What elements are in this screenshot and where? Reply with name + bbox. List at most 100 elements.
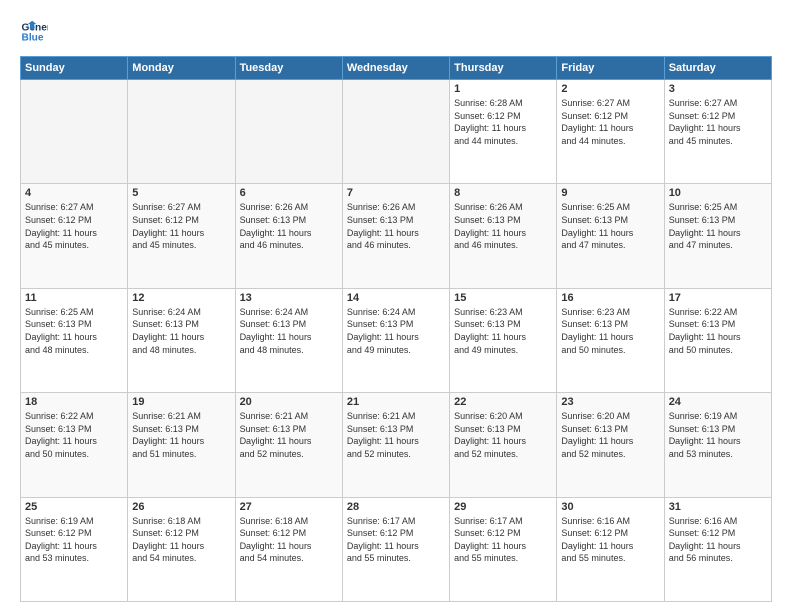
day-number: 26 [132, 501, 230, 513]
day-number: 25 [25, 501, 123, 513]
calendar-cell: 20 Sunrise: 6:21 AM Sunset: 6:13 PM Dayli… [235, 393, 342, 497]
day-info: Sunrise: 6:17 AM Sunset: 6:12 PM Dayligh… [454, 515, 552, 565]
day-number: 14 [347, 292, 445, 304]
calendar-cell [235, 80, 342, 184]
day-info: Sunrise: 6:19 AM Sunset: 6:13 PM Dayligh… [669, 410, 767, 460]
calendar-week-row: 1 Sunrise: 6:28 AM Sunset: 6:12 PM Daylig… [21, 80, 772, 184]
calendar: SundayMondayTuesdayWednesdayThursdayFrid… [20, 56, 772, 602]
day-info: Sunrise: 6:21 AM Sunset: 6:13 PM Dayligh… [240, 410, 338, 460]
calendar-cell: 13 Sunrise: 6:24 AM Sunset: 6:13 PM Dayli… [235, 288, 342, 392]
calendar-week-row: 4Sunrise: 6:27 AM Sunset: 6:12 PM Daylig… [21, 184, 772, 288]
calendar-cell: 16 Sunrise: 6:23 AM Sunset: 6:13 PM Dayli… [557, 288, 664, 392]
day-info: Sunrise: 6:26 AM Sunset: 6:13 PM Dayligh… [454, 201, 552, 251]
day-info: Sunrise: 6:16 AM Sunset: 6:12 PM Dayligh… [669, 515, 767, 565]
calendar-cell: 11 Sunrise: 6:25 AM Sunset: 6:13 PM Dayli… [21, 288, 128, 392]
day-info: Sunrise: 6:25 AM Sunset: 6:13 PM Dayligh… [561, 201, 659, 251]
calendar-day-header: Saturday [664, 57, 771, 80]
calendar-cell: 21 Sunrise: 6:21 AM Sunset: 6:13 PM Dayli… [342, 393, 449, 497]
day-info: Sunrise: 6:20 AM Sunset: 6:13 PM Dayligh… [561, 410, 659, 460]
calendar-cell: 17 Sunrise: 6:22 AM Sunset: 6:13 PM Dayli… [664, 288, 771, 392]
day-info: Sunrise: 6:17 AM Sunset: 6:12 PM Dayligh… [347, 515, 445, 565]
day-info: Sunrise: 6:22 AM Sunset: 6:13 PM Dayligh… [669, 306, 767, 356]
calendar-cell: 31 Sunrise: 6:16 AM Sunset: 6:12 PM Dayli… [664, 497, 771, 601]
calendar-cell: 5Sunrise: 6:27 AM Sunset: 6:12 PM Daylig… [128, 184, 235, 288]
day-info: Sunrise: 6:27 AM Sunset: 6:12 PM Dayligh… [561, 97, 659, 147]
calendar-day-header: Friday [557, 57, 664, 80]
calendar-cell: 14 Sunrise: 6:24 AM Sunset: 6:13 PM Dayli… [342, 288, 449, 392]
calendar-cell: 30 Sunrise: 6:16 AM Sunset: 6:12 PM Dayli… [557, 497, 664, 601]
calendar-cell: 12 Sunrise: 6:24 AM Sunset: 6:13 PM Dayli… [128, 288, 235, 392]
day-info: Sunrise: 6:27 AM Sunset: 6:12 PM Dayligh… [669, 97, 767, 147]
day-info: Sunrise: 6:16 AM Sunset: 6:12 PM Dayligh… [561, 515, 659, 565]
calendar-cell: 2 Sunrise: 6:27 AM Sunset: 6:12 PM Daylig… [557, 80, 664, 184]
day-info: Sunrise: 6:28 AM Sunset: 6:12 PM Dayligh… [454, 97, 552, 147]
page: General Blue SundayMondayTuesdayWednesda… [0, 0, 792, 612]
day-number: 12 [132, 292, 230, 304]
calendar-day-header: Thursday [450, 57, 557, 80]
calendar-cell: 19Sunrise: 6:21 AM Sunset: 6:13 PM Dayli… [128, 393, 235, 497]
day-info: Sunrise: 6:22 AM Sunset: 6:13 PM Dayligh… [25, 410, 123, 460]
calendar-cell: 9Sunrise: 6:25 AM Sunset: 6:13 PM Daylig… [557, 184, 664, 288]
calendar-week-row: 11 Sunrise: 6:25 AM Sunset: 6:13 PM Dayli… [21, 288, 772, 392]
day-number: 8 [454, 187, 552, 199]
day-info: Sunrise: 6:27 AM Sunset: 6:12 PM Dayligh… [132, 201, 230, 251]
day-number: 17 [669, 292, 767, 304]
calendar-cell: 29Sunrise: 6:17 AM Sunset: 6:12 PM Dayli… [450, 497, 557, 601]
calendar-cell: 8 Sunrise: 6:26 AM Sunset: 6:13 PM Daylig… [450, 184, 557, 288]
day-number: 3 [669, 83, 767, 95]
day-number: 11 [25, 292, 123, 304]
day-info: Sunrise: 6:26 AM Sunset: 6:13 PM Dayligh… [347, 201, 445, 251]
calendar-cell: 1 Sunrise: 6:28 AM Sunset: 6:12 PM Daylig… [450, 80, 557, 184]
day-number: 24 [669, 396, 767, 408]
svg-text:Blue: Blue [22, 33, 44, 44]
calendar-cell: 25 Sunrise: 6:19 AM Sunset: 6:12 PM Dayli… [21, 497, 128, 601]
day-info: Sunrise: 6:25 AM Sunset: 6:13 PM Dayligh… [25, 306, 123, 356]
day-number: 10 [669, 187, 767, 199]
day-info: Sunrise: 6:24 AM Sunset: 6:13 PM Dayligh… [240, 306, 338, 356]
calendar-cell: 27 Sunrise: 6:18 AM Sunset: 6:12 PM Dayli… [235, 497, 342, 601]
calendar-cell: 7Sunrise: 6:26 AM Sunset: 6:13 PM Daylig… [342, 184, 449, 288]
calendar-cell [342, 80, 449, 184]
calendar-cell: 26 Sunrise: 6:18 AM Sunset: 6:12 PM Dayli… [128, 497, 235, 601]
day-info: Sunrise: 6:23 AM Sunset: 6:13 PM Dayligh… [454, 306, 552, 356]
day-info: Sunrise: 6:18 AM Sunset: 6:12 PM Dayligh… [132, 515, 230, 565]
calendar-cell: 4Sunrise: 6:27 AM Sunset: 6:12 PM Daylig… [21, 184, 128, 288]
day-info: Sunrise: 6:19 AM Sunset: 6:12 PM Dayligh… [25, 515, 123, 565]
day-number: 21 [347, 396, 445, 408]
calendar-week-row: 25 Sunrise: 6:19 AM Sunset: 6:12 PM Dayli… [21, 497, 772, 601]
calendar-cell: 24 Sunrise: 6:19 AM Sunset: 6:13 PM Dayli… [664, 393, 771, 497]
calendar-header-row: SundayMondayTuesdayWednesdayThursdayFrid… [21, 57, 772, 80]
calendar-cell [128, 80, 235, 184]
day-info: Sunrise: 6:21 AM Sunset: 6:13 PM Dayligh… [347, 410, 445, 460]
calendar-day-header: Wednesday [342, 57, 449, 80]
day-number: 15 [454, 292, 552, 304]
day-info: Sunrise: 6:24 AM Sunset: 6:13 PM Dayligh… [132, 306, 230, 356]
day-number: 31 [669, 501, 767, 513]
day-number: 27 [240, 501, 338, 513]
calendar-cell: 18 Sunrise: 6:22 AM Sunset: 6:13 PM Dayli… [21, 393, 128, 497]
day-number: 28 [347, 501, 445, 513]
day-info: Sunrise: 6:27 AM Sunset: 6:12 PM Dayligh… [25, 201, 123, 251]
day-number: 19 [132, 396, 230, 408]
day-number: 1 [454, 83, 552, 95]
calendar-cell: 23Sunrise: 6:20 AM Sunset: 6:13 PM Dayli… [557, 393, 664, 497]
day-number: 16 [561, 292, 659, 304]
day-number: 20 [240, 396, 338, 408]
calendar-day-header: Monday [128, 57, 235, 80]
day-info: Sunrise: 6:23 AM Sunset: 6:13 PM Dayligh… [561, 306, 659, 356]
calendar-day-header: Sunday [21, 57, 128, 80]
calendar-day-header: Tuesday [235, 57, 342, 80]
day-number: 13 [240, 292, 338, 304]
day-info: Sunrise: 6:25 AM Sunset: 6:13 PM Dayligh… [669, 201, 767, 251]
day-number: 18 [25, 396, 123, 408]
calendar-cell: 15 Sunrise: 6:23 AM Sunset: 6:13 PM Dayli… [450, 288, 557, 392]
day-number: 2 [561, 83, 659, 95]
day-info: Sunrise: 6:18 AM Sunset: 6:12 PM Dayligh… [240, 515, 338, 565]
calendar-cell: 6 Sunrise: 6:26 AM Sunset: 6:13 PM Daylig… [235, 184, 342, 288]
day-info: Sunrise: 6:26 AM Sunset: 6:13 PM Dayligh… [240, 201, 338, 251]
day-number: 22 [454, 396, 552, 408]
day-number: 6 [240, 187, 338, 199]
day-info: Sunrise: 6:24 AM Sunset: 6:13 PM Dayligh… [347, 306, 445, 356]
day-number: 30 [561, 501, 659, 513]
logo-icon: General Blue [20, 18, 48, 46]
